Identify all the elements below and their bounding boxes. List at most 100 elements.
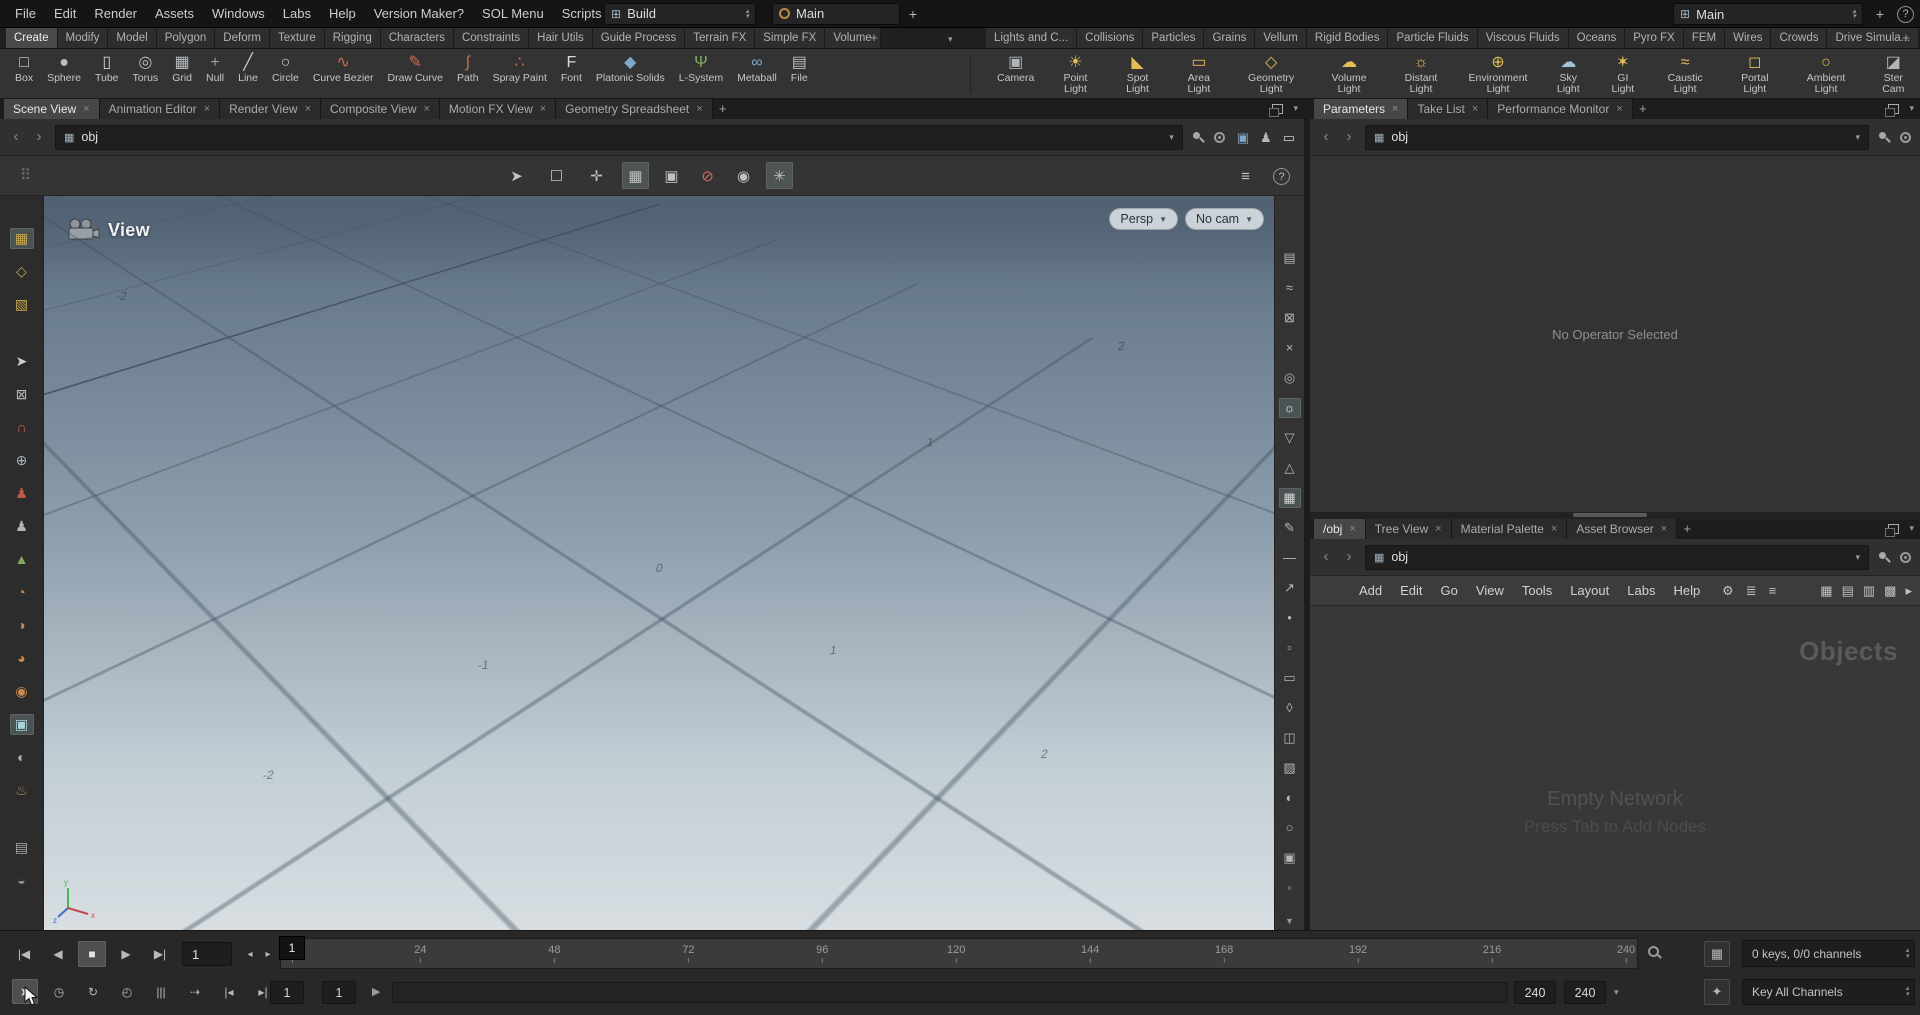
network-menu[interactable]: Labs	[1618, 583, 1664, 598]
scrub-options-icon[interactable]: ⇢	[182, 979, 208, 1004]
terrain-tool-icon[interactable]: ▲	[10, 549, 34, 570]
shelf-tab[interactable]: Vellum	[1255, 28, 1307, 48]
shelf-tab[interactable]: Terrain FX	[685, 28, 756, 48]
add-pane-tab-button[interactable]: +	[713, 99, 733, 119]
next-frame-button[interactable]: ▸	[260, 943, 276, 965]
vector-display-icon[interactable]: ↗	[1279, 578, 1301, 598]
table-view-icon[interactable]: ▤	[1842, 583, 1854, 599]
realtime-toggle-icon[interactable]: ◷	[46, 979, 72, 1004]
select-objects-icon[interactable]: ◇	[10, 261, 34, 282]
jump-start-button[interactable]: |◀	[10, 941, 38, 967]
pane-tab[interactable]: /obj ×	[1314, 519, 1366, 539]
close-icon[interactable]: ×	[1661, 523, 1667, 535]
desktop-selector[interactable]: ⊞ Build ▴ ▾	[604, 2, 756, 25]
shelf-tool[interactable]: ◇ Geometry Light	[1232, 51, 1310, 96]
projection-button[interactable]: Persp ▼	[1109, 208, 1178, 230]
playhead[interactable]: 1	[279, 936, 305, 960]
spinner-icon[interactable]: ▴ ▾	[1905, 985, 1909, 998]
prev-key-icon[interactable]: |◂	[216, 979, 242, 1004]
tempo-icon[interactable]: ◴	[114, 979, 140, 1004]
select-geometry-icon[interactable]: ▦	[9, 228, 34, 249]
global-range-start-field[interactable]: 1	[270, 981, 304, 1004]
close-icon[interactable]: ×	[83, 103, 89, 115]
shelf-drawer-icon[interactable]: ▤	[10, 837, 34, 858]
select-arrow-icon[interactable]: ➤	[10, 351, 34, 372]
shelf-tab[interactable]: Characters	[380, 28, 454, 48]
shelf-tab[interactable]: Hair Utils	[529, 28, 593, 48]
add-pane-tab-button[interactable]: +	[1677, 519, 1697, 539]
pane-tab[interactable]: Performance Monitor ×	[1488, 99, 1633, 119]
shelf-tab[interactable]: Polygon	[156, 28, 216, 48]
frame-view-icon[interactable]: ▣	[658, 162, 685, 189]
pane-tab[interactable]: Scene View ×	[4, 99, 100, 119]
network-path-field[interactable]: ▦ obj ▾	[1365, 544, 1869, 570]
shelf-tool[interactable]: ▯ Tube	[88, 51, 126, 85]
pane-splitter-horizontal[interactable]	[1310, 512, 1920, 519]
shelf-tab[interactable]: Create	[6, 28, 58, 48]
sculpt-tool-icon[interactable]: ♨	[10, 780, 34, 801]
forward-icon[interactable]: ›	[1342, 547, 1356, 567]
playback-range-start-field[interactable]: 1	[322, 981, 356, 1004]
shelf-tool[interactable]: ○ Ambient Light	[1790, 51, 1861, 96]
pane-tab[interactable]: Tree View ×	[1365, 519, 1452, 539]
shelf-tool[interactable]: ╱ Line	[231, 51, 265, 85]
network-menu[interactable]: Help	[1664, 583, 1709, 598]
back-icon[interactable]: ‹	[1319, 547, 1333, 567]
toolbar-handle-icon[interactable]: ⠿	[20, 166, 31, 184]
shelf-tab[interactable]: Simple FX	[755, 28, 826, 48]
keys-info-box[interactable]: 0 keys, 0/0 channels ▴ ▾	[1742, 940, 1915, 967]
close-icon[interactable]: ×	[1616, 103, 1622, 115]
network-options-icon[interactable]: ⚙	[1722, 583, 1734, 599]
shelf-tool[interactable]: ∞ Metaball	[730, 51, 784, 85]
camera-lock-icon[interactable]: ⊠	[1279, 308, 1301, 328]
wireframe-toggle-icon[interactable]: ≈	[1279, 278, 1301, 298]
shelf-tab[interactable]: Texture	[270, 28, 325, 48]
world-tool-icon[interactable]: ◐	[10, 747, 34, 768]
shelf-tool[interactable]: ◣ Spot Light	[1110, 51, 1166, 96]
shelf-tool[interactable]: ● Sphere	[40, 51, 88, 85]
more-views-icon[interactable]: ▸	[1905, 583, 1912, 599]
shelf-tool[interactable]: ☁ Sky Light	[1542, 51, 1594, 96]
close-icon[interactable]: ×	[423, 103, 429, 115]
shelf-tab[interactable]: Viscous Fluids	[1477, 28, 1569, 48]
close-icon[interactable]: ×	[1551, 523, 1557, 535]
shelf-tab[interactable]: Model	[108, 28, 157, 48]
menubar-menu[interactable]: Scripts	[553, 0, 611, 28]
network-menu[interactable]: Go	[1432, 583, 1467, 598]
pane-menu-icon[interactable]: ▾	[1909, 103, 1914, 114]
menubar-menu[interactable]: Windows	[203, 0, 274, 28]
shelf-tool[interactable]: ∴ Spray Paint	[486, 51, 554, 85]
shelf-tool[interactable]: ☼ Distant Light	[1388, 51, 1454, 96]
spinner-icon[interactable]: ▴ ▾	[1852, 8, 1856, 20]
shelf-tool[interactable]: ▣ Camera	[990, 51, 1041, 96]
pin-icon[interactable]	[1192, 131, 1205, 144]
prev-frame-button[interactable]: ◂	[242, 943, 258, 965]
pin-icon[interactable]	[1878, 551, 1891, 564]
menubar-menu[interactable]: Assets	[146, 0, 203, 28]
align-nodes-icon[interactable]: ≣	[1746, 583, 1757, 599]
shelf-tool[interactable]: ◻ Portal Light	[1724, 51, 1785, 96]
pin-icon[interactable]	[1878, 131, 1891, 144]
split-view-icon[interactable]: ◫	[1279, 728, 1301, 748]
shelf-tool[interactable]: ∿ Curve Bezier	[306, 51, 381, 85]
scrollbar-handle[interactable]	[1573, 513, 1647, 517]
pane-tab[interactable]: Animation Editor ×	[99, 99, 221, 119]
ground-plane-icon[interactable]: —	[1279, 548, 1301, 568]
shelf-tool[interactable]: ▤ File	[784, 51, 815, 85]
profile-display-icon[interactable]: ◊	[1279, 698, 1301, 718]
shelf-tab[interactable]: Collisions	[1077, 28, 1144, 48]
network-menu[interactable]: View	[1467, 583, 1513, 598]
shelf-filter-icon[interactable]: ▾	[948, 34, 953, 45]
follow-selection-icon[interactable]	[1900, 131, 1911, 143]
cone-display-icon[interactable]: ▽	[1279, 428, 1301, 448]
chevron-down-icon[interactable]: ▾	[1169, 132, 1174, 143]
snapshot-disabled-icon[interactable]: ⊘	[694, 162, 721, 189]
add-desktop-button[interactable]: +	[904, 5, 922, 23]
close-icon[interactable]: ×	[1349, 523, 1355, 535]
layout-nodes-icon[interactable]: ≡	[1769, 583, 1777, 598]
pane-maximize-icon[interactable]	[1885, 103, 1900, 117]
gamma-display-icon[interactable]: ◐	[1279, 788, 1301, 808]
close-icon[interactable]: ×	[696, 103, 702, 115]
right-scene-selector[interactable]: ⊞ Main ▴ ▾	[1673, 3, 1863, 25]
shelf-tab[interactable]: Rigid Bodies	[1306, 28, 1389, 48]
